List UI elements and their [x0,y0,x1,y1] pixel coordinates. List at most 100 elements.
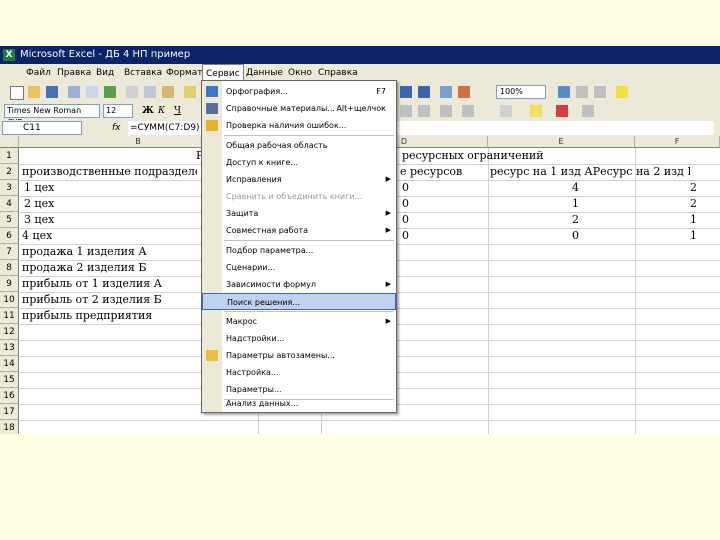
row-header[interactable]: 1 [0,148,19,164]
cell-value[interactable]: 2 [690,196,697,212]
cell-workshop-1[interactable]: 1 цех [24,180,54,196]
cell-value[interactable]: 1 [690,212,697,228]
menu-item-protection[interactable]: Защита ▶ [202,205,396,222]
column-header[interactable]: E [488,136,635,148]
menu-edit[interactable]: Правка [57,64,91,82]
cell-value[interactable]: 1 [690,228,697,244]
menu-item-share-workbook[interactable]: Доступ к книге... [202,154,396,171]
sort-desc-icon[interactable] [418,86,430,98]
spelling-icon[interactable] [104,86,116,98]
row-header[interactable]: 18 [0,420,19,434]
help-icon[interactable] [558,86,570,98]
bold-button[interactable]: Ж [142,105,154,117]
menu-item-research[interactable]: Справочные материалы... Alt+щелчок [202,100,396,117]
underline-button[interactable]: Ч [174,105,181,117]
menu-item-collaboration[interactable]: Совместная работа ▶ [202,222,396,239]
row-header[interactable]: 9 [0,276,19,292]
copy-icon[interactable] [144,86,156,98]
cell-value[interactable]: 0 [572,228,579,244]
merge-icon[interactable] [440,105,452,117]
cell-profit-b[interactable]: прибыль от 2 изделия Б [22,292,162,308]
italic-button[interactable]: К [158,105,165,117]
row-header[interactable]: 4 [0,196,19,212]
menu-item-macro[interactable]: Макрос ▶ [202,313,396,330]
new-icon[interactable] [10,86,24,100]
toolbar-icon[interactable] [594,86,606,98]
borders-icon[interactable] [500,105,512,117]
row-header[interactable]: 17 [0,404,19,420]
preview-icon[interactable] [86,86,98,98]
cell-value[interactable]: 0 [402,180,409,196]
chart-wizard-icon[interactable] [440,86,452,98]
row-header[interactable]: 14 [0,356,19,372]
cell-profit-a[interactable]: прибыль от 1 изделия А [22,276,162,292]
menu-item-autocorrect[interactable]: Параметры автозамены... [202,347,396,364]
cell-value[interactable]: 0 [402,212,409,228]
row-header[interactable]: 10 [0,292,19,308]
menu-item-solver[interactable]: Поиск решения... [202,293,396,310]
cell-profit-total[interactable]: прибыль предприятия [22,308,152,324]
cell-value[interactable]: 1 [572,196,579,212]
menu-item-shared-workspace[interactable]: Общая рабочая область [202,137,396,154]
row-header[interactable]: 11 [0,308,19,324]
menu-item-error-check[interactable]: Проверка наличия ошибок... [202,117,396,134]
currency-icon[interactable] [462,105,474,117]
select-all[interactable] [0,136,19,148]
cell-workshop-2[interactable]: 2 цех [24,196,54,212]
toolbar-options-icon[interactable] [582,105,594,117]
row-header[interactable]: 2 [0,164,19,180]
font-color-icon[interactable] [556,105,568,117]
fx-icon[interactable]: fx [112,121,121,135]
cell-header-resources[interactable]: е ресурсов [400,164,462,180]
cell-value[interactable]: 2 [572,212,579,228]
menu-item-goal-seek[interactable]: Подбор параметра... [202,242,396,259]
row-header[interactable]: 5 [0,212,19,228]
row-header[interactable]: 3 [0,180,19,196]
cell-value[interactable]: 0 [402,228,409,244]
menu-file[interactable]: Файл [26,64,51,82]
format-painter-icon[interactable] [184,86,196,98]
font-name-box[interactable]: Times New Roman CYR [4,104,100,127]
menu-service[interactable]: Сервис [202,64,244,81]
sort-icon[interactable] [400,86,412,98]
drawing-icon[interactable] [458,86,470,98]
cell-value[interactable]: 4 [572,180,579,196]
row-header[interactable]: 6 [0,228,19,244]
cell-value[interactable]: 0 [402,196,409,212]
menu-item-customize[interactable]: Настройка... [202,364,396,381]
column-header[interactable]: F [635,136,720,148]
indent-icon[interactable] [418,105,430,117]
menu-item-addins[interactable]: Надстройки... [202,330,396,347]
save-icon[interactable] [46,86,58,98]
menu-item-data-analysis[interactable]: Анализ данных... [202,395,396,412]
font-size-box[interactable]: 12 [103,104,133,118]
indent-icon[interactable] [400,105,412,117]
fill-color-icon[interactable] [530,105,542,117]
cell-workshop-3[interactable]: 3 цех [24,212,54,228]
row-header[interactable]: 13 [0,340,19,356]
menu-insert[interactable]: Вставка [124,64,162,82]
cell-workshop-4[interactable]: 4 цех [22,228,52,244]
cut-icon[interactable] [126,86,138,98]
cell-sale-a[interactable]: продажа 1 изделия А [22,244,147,260]
row-header[interactable]: 15 [0,372,19,388]
cell-title-end[interactable]: ресурсных ограничений [402,148,544,164]
open-icon[interactable] [28,86,40,98]
menu-item-scenarios[interactable]: Сценарии... [202,259,396,276]
row-header[interactable]: 16 [0,388,19,404]
paste-icon[interactable] [162,86,174,98]
name-box[interactable]: C11 [2,121,82,135]
cell-value[interactable]: 2 [690,180,697,196]
menu-item-formula-auditing[interactable]: Зависимости формул ▶ [202,276,396,293]
cell-header-departments[interactable]: производственные подразделения [22,164,197,180]
menu-item-track-changes[interactable]: Исправления ▶ [202,171,396,188]
menu-view[interactable]: Вид [96,64,114,82]
menu-format[interactable]: Формат [166,64,203,82]
row-header[interactable]: 12 [0,324,19,340]
toolbar-icon[interactable] [576,86,588,98]
cell-header-resource-per-item[interactable]: ресурс на 1 изд АРесурс на 2 изд Б [490,164,690,180]
zoom-box[interactable]: 100% [496,85,546,99]
row-header[interactable]: 7 [0,244,19,260]
menu-item-spelling[interactable]: Орфография... F7 [202,83,396,100]
print-icon[interactable] [68,86,80,98]
